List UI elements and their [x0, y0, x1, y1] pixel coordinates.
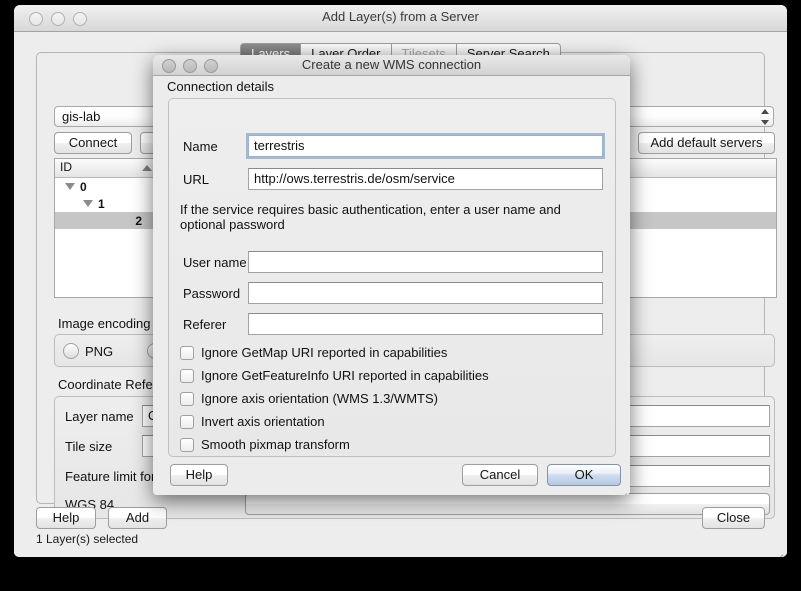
help-button[interactable]: Help [36, 507, 96, 529]
checkbox-invert-axis-orientation[interactable]: Invert axis orientation [180, 414, 325, 429]
checkbox-ignore-getmap-uri[interactable]: Ignore GetMap URI reported in capabiliti… [180, 345, 447, 360]
checkbox-ignore-getfeatureinfo-uri-label: Ignore GetFeatureInfo URI reported in ca… [201, 368, 489, 383]
create-wms-connection-dialog: Create a new WMS connection Connection d… [153, 55, 630, 495]
dialog-titlebar: Create a new WMS connection [153, 55, 630, 76]
radio-button-icon[interactable] [63, 343, 79, 359]
username-label: User name [183, 255, 247, 270]
window-title: Add Layer(s) from a Server [14, 9, 787, 24]
stepper-arrows-icon[interactable] [760, 109, 769, 125]
coordinate-reference-label: Coordinate Refere [58, 377, 164, 392]
window-titlebar: Add Layer(s) from a Server [14, 5, 787, 32]
status-label: 1 Layer(s) selected [36, 532, 138, 546]
connection-details-label: Connection details [167, 79, 274, 94]
referer-label: Referer [183, 317, 226, 332]
dialog-button-row: Help Cancel OK [153, 464, 630, 488]
checkbox-icon[interactable] [180, 415, 194, 429]
dialog-body: Connection details Name terrestris URL h… [153, 76, 630, 495]
tile-size-label: Tile size [65, 439, 112, 454]
tree-row-id: 0 [80, 180, 87, 194]
radio-png[interactable]: PNG [63, 343, 113, 359]
image-encoding-label: Image encoding [58, 316, 151, 331]
checkbox-icon[interactable] [180, 438, 194, 452]
checkbox-ignore-getfeatureinfo-uri[interactable]: Ignore GetFeatureInfo URI reported in ca… [180, 368, 489, 383]
dialog-ok-button[interactable]: OK [547, 464, 621, 486]
password-label: Password [183, 286, 240, 301]
tree-column-id[interactable]: ID [55, 159, 158, 177]
radio-png-label: PNG [85, 344, 113, 359]
dialog-help-button[interactable]: Help [170, 464, 228, 486]
checkbox-icon[interactable] [180, 346, 194, 360]
dialog-title: Create a new WMS connection [153, 57, 630, 72]
resize-grip-icon[interactable] [770, 542, 783, 555]
dialog-resize-grip-icon[interactable] [615, 482, 627, 494]
layer-name-label: Layer name [65, 409, 134, 424]
close-button[interactable]: Close [702, 507, 765, 529]
add-default-servers-button[interactable]: Add default servers [638, 132, 775, 154]
window-bottom-bar: Help Add Close 1 Layer(s) selected [14, 504, 787, 557]
checkbox-ignore-axis-orientation-label: Ignore axis orientation (WMS 1.3/WMTS) [201, 391, 438, 406]
connect-button[interactable]: Connect [54, 132, 132, 154]
checkbox-ignore-axis-orientation[interactable]: Ignore axis orientation (WMS 1.3/WMTS) [180, 391, 438, 406]
checkbox-invert-axis-orientation-label: Invert axis orientation [201, 414, 325, 429]
tree-row-id: 2 [55, 214, 158, 228]
checkbox-icon[interactable] [180, 369, 194, 383]
name-label: Name [183, 139, 218, 154]
name-input[interactable]: terrestris [248, 135, 603, 157]
connection-combo-value: gis-lab [62, 109, 100, 124]
auth-help-text: If the service requires basic authentica… [180, 202, 600, 232]
sort-ascending-icon [142, 165, 152, 171]
screen: Add Layer(s) from a Server Layers Layer … [0, 0, 801, 591]
disclosure-triangle-icon[interactable] [65, 183, 75, 190]
password-input[interactable] [248, 282, 603, 304]
connection-details-group: Name terrestris URL http://ows.terrestri… [168, 98, 616, 457]
checkbox-smooth-pixmap-transform[interactable]: Smooth pixmap transform [180, 437, 350, 452]
checkbox-ignore-getmap-uri-label: Ignore GetMap URI reported in capabiliti… [201, 345, 447, 360]
url-input[interactable]: http://ows.terrestris.de/osm/service [248, 168, 603, 190]
disclosure-triangle-icon[interactable] [83, 200, 93, 207]
referer-input[interactable] [248, 313, 603, 335]
dialog-cancel-button[interactable]: Cancel [462, 464, 538, 486]
username-input[interactable] [248, 251, 603, 273]
checkbox-icon[interactable] [180, 392, 194, 406]
url-label: URL [183, 172, 209, 187]
add-button[interactable]: Add [108, 507, 167, 529]
tree-row-id: 1 [98, 197, 105, 211]
checkbox-smooth-pixmap-transform-label: Smooth pixmap transform [201, 437, 350, 452]
